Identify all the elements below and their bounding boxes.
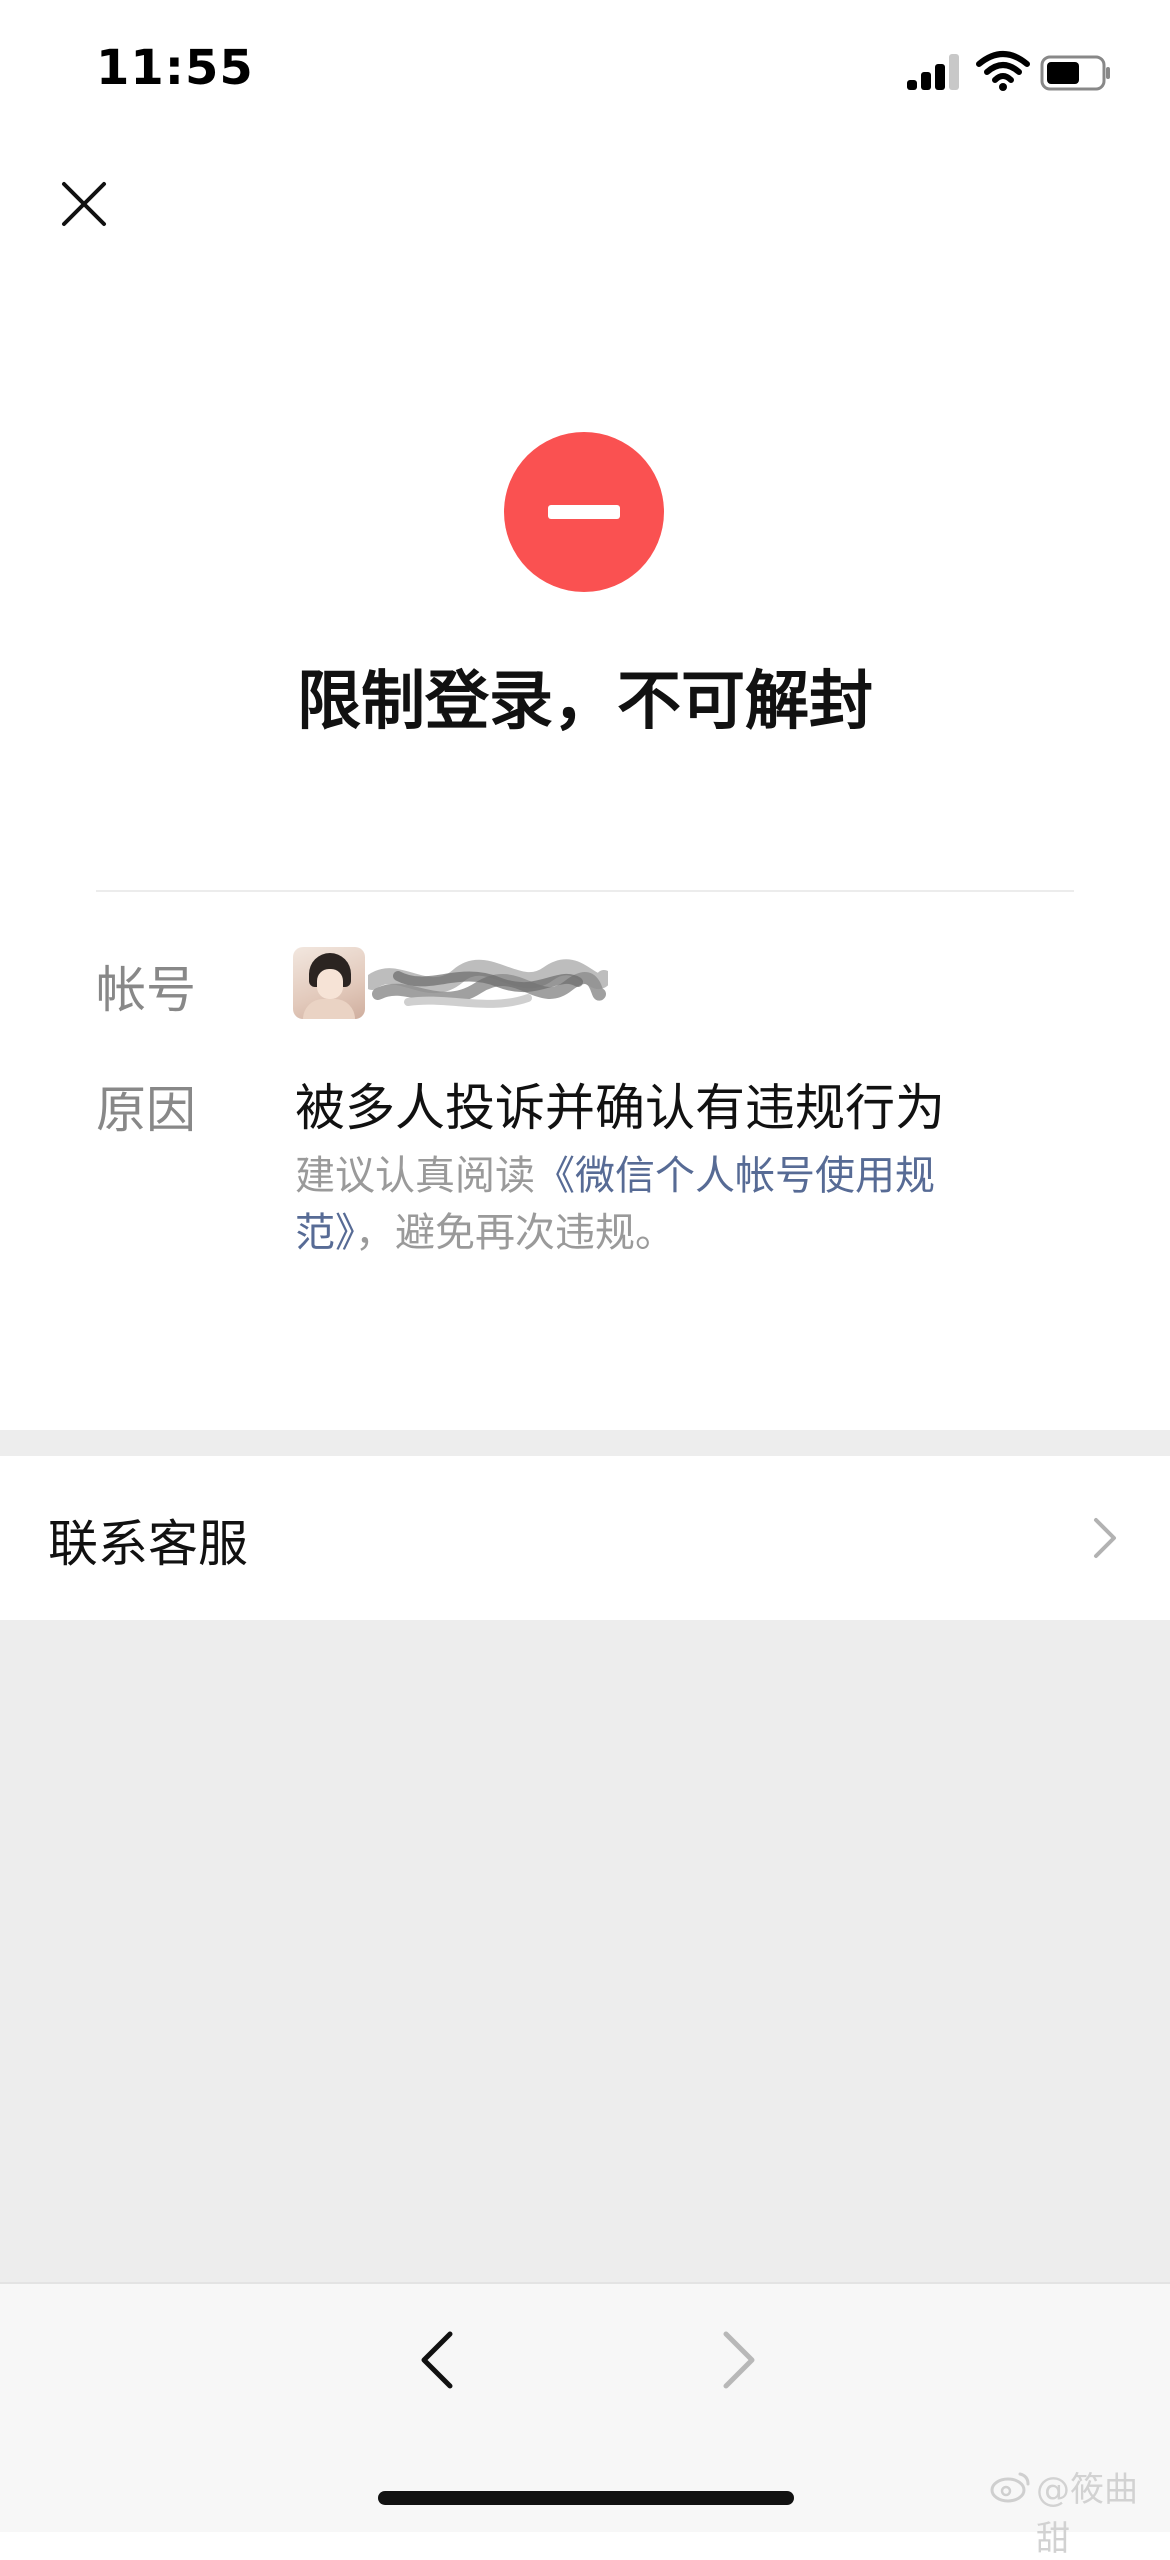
contact-support-button[interactable]: 联系客服	[0, 1456, 1170, 1620]
contact-support-label: 联系客服	[48, 1515, 248, 1573]
close-icon[interactable]	[56, 176, 112, 232]
empty-background	[0, 1620, 1170, 2282]
home-indicator	[378, 2491, 794, 2505]
watermark-text: @筱曲甜	[1036, 2470, 1138, 2559]
avatar	[293, 947, 365, 1019]
cellular-signal-icon	[907, 54, 959, 90]
section-separator	[0, 1430, 1170, 1456]
wifi-icon	[976, 51, 1030, 91]
advice-prefix: 建议认真阅读	[295, 1153, 535, 1199]
chevron-right-icon	[1094, 1518, 1116, 1558]
minus-circle-icon	[504, 432, 664, 592]
back-arrow-icon[interactable]	[408, 2320, 468, 2400]
status-time: 11:55	[96, 40, 254, 96]
reason-label: 原因	[96, 1081, 196, 1139]
reason-text: 被多人投诉并确认有违规行为	[295, 1079, 945, 1137]
advice-text: 建议认真阅读《微信个人帐号使用规范》，避免再次违规。	[295, 1148, 1015, 1262]
redacted-account-name	[368, 959, 608, 1008]
divider	[96, 890, 1074, 892]
page-title: 限制登录，不可解封	[297, 665, 873, 739]
battery-icon	[1040, 55, 1110, 91]
forward-arrow-icon[interactable]	[708, 2320, 768, 2400]
account-label: 帐号	[96, 961, 196, 1019]
advice-suffix: ，避免再次违规。	[355, 1210, 675, 1256]
weibo-logo-icon	[990, 2472, 1030, 2503]
